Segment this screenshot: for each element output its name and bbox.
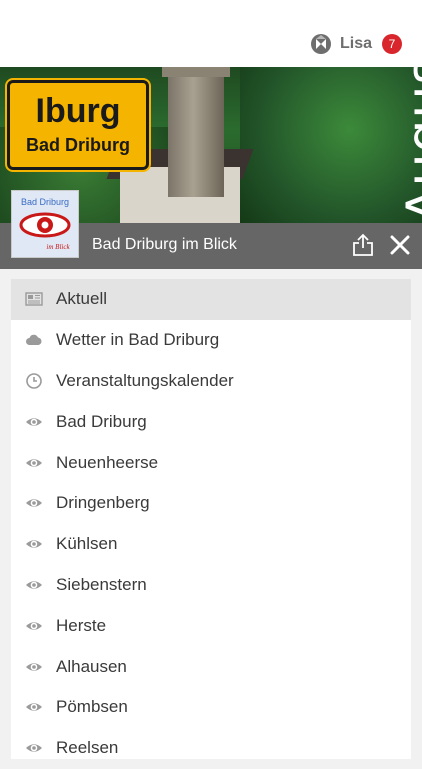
menu-item[interactable]: Siebenstern — [11, 565, 411, 606]
hero-tower-top — [162, 67, 230, 77]
menu-item-label: Alhausen — [56, 656, 127, 676]
menu-item[interactable]: Wetter in Bad Driburg — [11, 320, 411, 361]
menu-item[interactable]: Bad Driburg — [11, 401, 411, 442]
menu-item-label: Dringenberg — [56, 493, 150, 513]
share-icon[interactable] — [352, 233, 374, 257]
month-text: Augus — [396, 67, 422, 223]
top-bar: Lisa 7 — [0, 0, 422, 67]
menu-item-label: Bad Driburg — [56, 411, 147, 431]
menu-item-label: Herste — [56, 615, 107, 635]
user-name[interactable]: Lisa — [340, 35, 372, 53]
eye-icon — [25, 535, 43, 553]
app-icon: Bad Driburg im Blick — [11, 190, 79, 258]
menu-item[interactable]: Kühlsen — [11, 524, 411, 565]
close-icon[interactable] — [390, 235, 410, 255]
menu-item[interactable]: Reelsen — [11, 728, 411, 769]
page-title: Bad Driburg im Blick — [92, 236, 237, 253]
app-icon-line2: im Blick — [46, 243, 70, 251]
notification-badge[interactable]: 7 — [382, 34, 402, 54]
menu-item[interactable]: Neuenheerse — [11, 442, 411, 483]
menu-item-label: Aktuell — [56, 289, 108, 309]
eye-icon — [25, 494, 43, 512]
town-sign: Iburg Bad Driburg — [5, 78, 151, 172]
newspaper-icon — [25, 290, 43, 308]
menu-item-label: Reelsen — [56, 738, 119, 758]
cloud-icon — [25, 331, 43, 349]
menu-item-label: Kühlsen — [56, 534, 118, 554]
app-icon-graphic: Bad Driburg im Blick — [12, 191, 78, 257]
hero-tower — [168, 67, 224, 197]
town-sign-sub: Bad Driburg — [25, 135, 130, 155]
month-label: Augus — [348, 67, 422, 223]
menu-item[interactable]: Veranstaltungskalender — [11, 361, 411, 402]
menu-item-label: Pömbsen — [56, 697, 128, 717]
menu-item-label: Neuenheerse — [56, 452, 159, 472]
side-menu: Aktuell Wetter in Bad Driburg Veranstaltun… — [11, 279, 411, 759]
menu-item[interactable]: Dringenberg — [11, 483, 411, 524]
user-area[interactable]: Lisa 7 — [310, 33, 402, 55]
eye-icon — [25, 739, 43, 757]
menu-item[interactable]: Pömbsen — [11, 687, 411, 728]
app-logo-icon — [310, 34, 331, 54]
app-icon-line1: Bad Driburg — [21, 197, 69, 207]
menu-item-label: Wetter in Bad Driburg — [56, 330, 220, 350]
menu-item-label: Siebenstern — [56, 574, 147, 594]
eye-icon — [25, 698, 43, 716]
eye-icon — [25, 576, 43, 594]
menu-item[interactable]: Alhausen — [11, 646, 411, 687]
eye-icon — [25, 413, 43, 431]
eye-icon — [25, 617, 43, 635]
eye-icon — [25, 454, 43, 472]
menu-item[interactable]: Herste — [11, 605, 411, 646]
menu-item-label: Veranstaltungskalender — [56, 370, 234, 390]
menu-item[interactable]: Aktuell — [11, 279, 411, 320]
town-sign-city: Iburg — [35, 92, 121, 130]
clock-icon — [25, 372, 43, 390]
eye-icon — [25, 658, 43, 676]
